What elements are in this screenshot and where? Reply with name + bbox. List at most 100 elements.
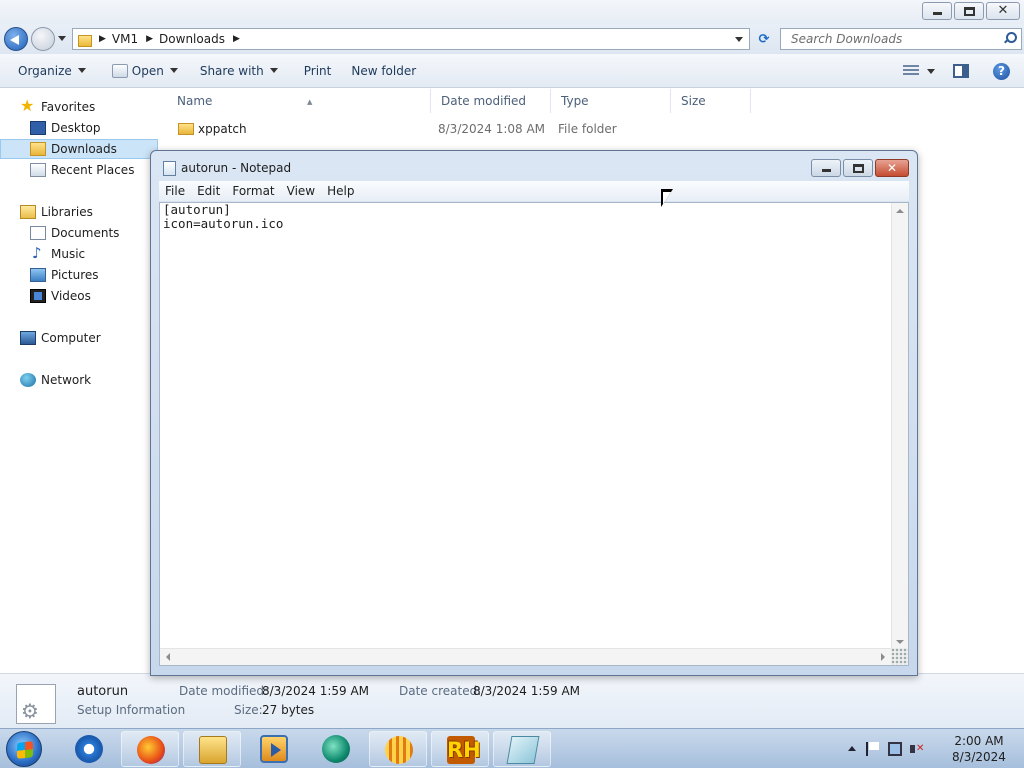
explorer-restore-button[interactable] — [954, 2, 984, 20]
nav-computer[interactable]: Computer — [0, 328, 158, 348]
breadcrumb-separator-icon[interactable]: ▶ — [99, 34, 106, 44]
share-with-button[interactable]: Share with — [191, 59, 287, 83]
computer-icon — [20, 331, 36, 345]
search-input[interactable] — [789, 31, 989, 47]
nav-label: Pictures — [51, 268, 99, 282]
column-header-size[interactable]: Size — [671, 89, 751, 113]
explorer-navbar: ▶ VM1 ▶ Downloads ▶ ⟳ — [0, 24, 1024, 54]
taskbar-internet-explorer[interactable] — [60, 731, 118, 767]
file-name: xppatch — [198, 122, 247, 136]
horizontal-scrollbar[interactable] — [160, 648, 891, 665]
scroll-down-icon[interactable] — [896, 640, 904, 644]
taskbar-green-app[interactable] — [307, 731, 365, 767]
nav-label: Videos — [51, 289, 91, 303]
explorer-minimize-button[interactable] — [922, 2, 952, 20]
restore-icon — [964, 7, 975, 16]
chevron-down-icon — [77, 68, 86, 73]
notepad-text-area[interactable]: [autorun] icon=autorun.ico — [159, 202, 909, 666]
explorer-titlebar[interactable]: ✕ — [0, 0, 1024, 24]
action-center-flag-icon[interactable] — [866, 742, 880, 756]
details-date-modified: 8/3/2024 1:59 AM — [262, 684, 370, 698]
clock[interactable]: 2:00 AM 8/3/2024 — [944, 733, 1014, 765]
refresh-button[interactable]: ⟳ — [752, 28, 776, 50]
system-tray: 2:00 AM 8/3/2024 — [834, 729, 1024, 769]
taskbar-media-player[interactable] — [245, 731, 303, 767]
search-icon[interactable] — [1003, 32, 1017, 44]
breadcrumb-separator-icon[interactable]: ▶ — [233, 34, 240, 44]
menu-file[interactable]: File — [159, 184, 191, 198]
menu-edit[interactable]: Edit — [191, 184, 226, 198]
details-date-modified-label: Date modified: — [179, 684, 269, 698]
notepad-window: autorun - Notepad ✕ File Edit Format Vie… — [150, 150, 918, 676]
nav-desktop[interactable]: Desktop — [0, 118, 158, 138]
pictures-icon — [30, 268, 46, 282]
nav-libraries[interactable]: Libraries — [0, 202, 158, 222]
start-button[interactable] — [6, 731, 42, 767]
breadcrumb-downloads[interactable]: Downloads — [159, 32, 225, 46]
explorer-window-controls: ✕ — [922, 2, 1020, 20]
nav-label: Favorites — [41, 100, 96, 114]
breadcrumb-separator-icon[interactable]: ▶ — [146, 34, 153, 44]
nav-pictures[interactable]: Pictures — [0, 265, 158, 285]
notepad-close-button[interactable]: ✕ — [875, 159, 909, 177]
new-folder-button[interactable]: New folder — [342, 59, 425, 83]
notepad-restore-button[interactable] — [843, 159, 873, 177]
nav-favorites[interactable]: Favorites — [0, 97, 158, 117]
notepad-content[interactable]: [autorun] icon=autorun.ico — [163, 203, 283, 231]
open-button[interactable]: Open — [103, 59, 187, 83]
taskbar-orange-app[interactable] — [369, 731, 427, 767]
print-button[interactable]: Print — [295, 59, 341, 83]
windows-explorer-icon — [199, 736, 227, 764]
breadcrumb-vm1[interactable]: VM1 — [112, 32, 138, 46]
close-icon: ✕ — [886, 161, 898, 175]
scroll-right-icon[interactable] — [881, 653, 885, 661]
forward-button[interactable] — [31, 27, 55, 51]
address-bar[interactable]: ▶ VM1 ▶ Downloads ▶ — [72, 28, 750, 50]
organize-button[interactable]: Organize — [0, 59, 95, 83]
column-header-type[interactable]: Type — [551, 89, 671, 113]
column-header-name[interactable]: Name ▲ — [167, 89, 431, 113]
nav-music[interactable]: Music — [0, 244, 158, 264]
nav-network[interactable]: Network — [0, 370, 158, 390]
nav-label: Computer — [41, 331, 101, 345]
search-box[interactable] — [780, 28, 1022, 50]
network-status-icon[interactable] — [888, 742, 902, 756]
volume-muted-icon[interactable] — [910, 742, 924, 756]
resize-grip[interactable] — [891, 648, 908, 665]
nav-label: Documents — [51, 226, 120, 240]
taskbar-firefox[interactable] — [121, 731, 179, 767]
toolbar-right-group: ? — [903, 54, 1024, 88]
back-button[interactable] — [4, 27, 28, 51]
preview-pane-icon[interactable] — [953, 64, 969, 78]
menu-view[interactable]: View — [281, 184, 321, 198]
details-pane: autorun Setup Information Date modified:… — [0, 673, 1024, 728]
table-row[interactable]: xppatch 8/3/2024 1:08 AM File folder — [178, 119, 768, 139]
menu-format[interactable]: Format — [226, 184, 280, 198]
help-icon[interactable]: ? — [993, 62, 1010, 80]
nav-documents[interactable]: Documents — [0, 223, 158, 243]
view-options-dropdown[interactable] — [927, 59, 935, 83]
nav-videos[interactable]: Videos — [0, 286, 158, 306]
taskbar-notepad[interactable] — [493, 731, 551, 767]
notepad-app-icon[interactable] — [163, 161, 176, 176]
show-hidden-icons-icon[interactable] — [848, 746, 856, 751]
scroll-up-icon[interactable] — [896, 209, 904, 213]
notepad-title: autorun - Notepad — [181, 161, 292, 175]
nav-downloads[interactable]: Downloads — [0, 139, 158, 159]
notepad-minimize-button[interactable] — [811, 159, 841, 177]
taskbar: RH 2:00 AM 8/3/2024 — [0, 728, 1024, 768]
explorer-close-button[interactable]: ✕ — [986, 2, 1020, 20]
recent-pages-dropdown[interactable] — [58, 36, 66, 41]
minimize-icon — [933, 12, 942, 15]
nav-recent-places[interactable]: Recent Places — [0, 160, 158, 180]
column-header-date-modified[interactable]: Date modified — [431, 89, 551, 113]
taskbar-windows-explorer[interactable] — [183, 731, 241, 767]
navigation-pane: Favorites Desktop Downloads Recent Place… — [0, 89, 158, 673]
taskbar-rh-app[interactable]: RH — [431, 731, 489, 767]
menu-help[interactable]: Help — [321, 184, 360, 198]
vertical-scrollbar[interactable] — [891, 203, 908, 650]
scroll-left-icon[interactable] — [166, 653, 170, 661]
address-dropdown-icon[interactable] — [735, 37, 743, 42]
share-with-label: Share with — [199, 63, 264, 78]
change-view-icon[interactable] — [903, 65, 919, 77]
